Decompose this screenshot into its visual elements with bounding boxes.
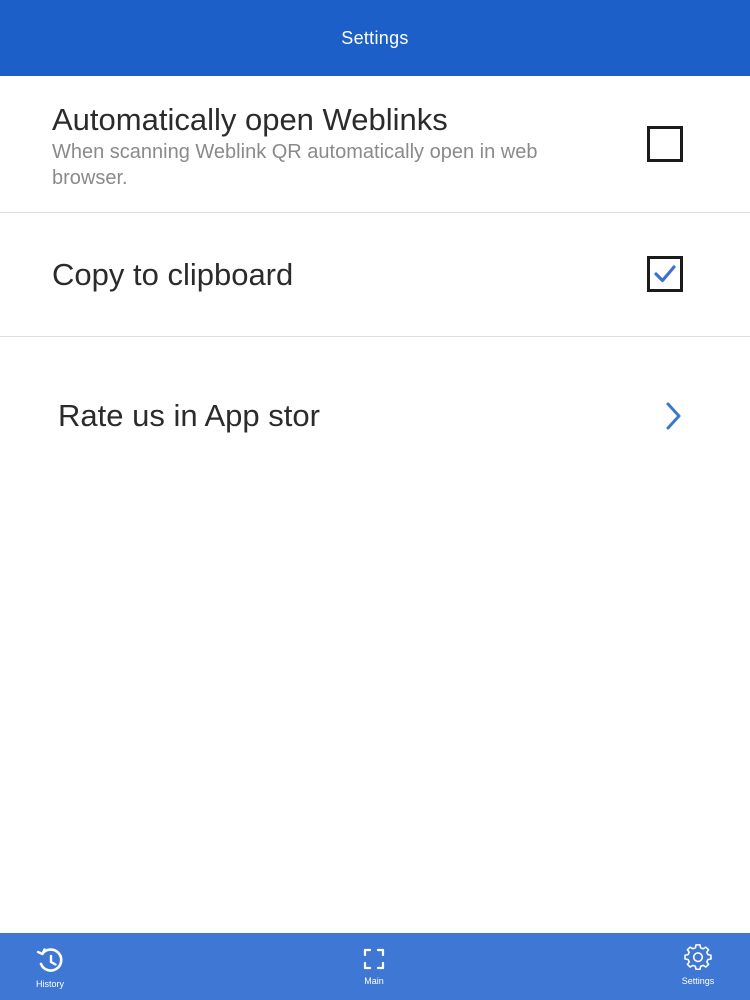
tab-history-label: History <box>35 979 64 989</box>
setting-auto-open-description: When scanning Weblink QR automatically o… <box>52 141 538 189</box>
auto-open-checkbox[interactable] <box>647 126 683 162</box>
checkmark-icon <box>654 265 676 283</box>
history-icon <box>36 948 63 972</box>
setting-clipboard-title: Copy to clipboard <box>52 257 294 292</box>
gear-icon <box>684 944 712 971</box>
tab-settings-label: Settings <box>681 976 715 986</box>
page-title: Settings <box>341 27 409 48</box>
tab-settings[interactable]: Settings <box>668 933 728 1000</box>
header-bar: Settings <box>0 0 750 76</box>
tab-history[interactable]: History <box>20 933 80 1000</box>
scan-frame-icon <box>363 948 385 970</box>
settings-screen: Settings Automatically open Weblinks Whe… <box>0 0 750 1000</box>
setting-auto-open-title: Automatically open Weblinks <box>52 102 448 137</box>
tab-main[interactable]: Main <box>344 933 404 1000</box>
tab-main-label: Main <box>364 976 384 986</box>
chevron-right-icon <box>666 402 681 430</box>
bottom-tab-bar: History Main Settings <box>0 933 750 1000</box>
setting-auto-open-weblinks[interactable]: Automatically open Weblinks When scannin… <box>0 76 750 213</box>
setting-copy-to-clipboard[interactable]: Copy to clipboard <box>0 213 750 337</box>
rate-us-label: Rate us in App stor <box>58 398 320 433</box>
rate-us-row[interactable]: Rate us in App stor <box>0 337 750 493</box>
clipboard-checkbox[interactable] <box>647 256 683 292</box>
